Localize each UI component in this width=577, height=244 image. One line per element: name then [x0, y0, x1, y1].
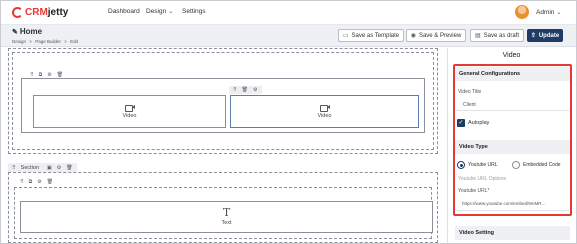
nav-design[interactable]: Design ⌄	[146, 8, 173, 15]
video-element-2-selected[interactable]: Video	[230, 95, 419, 128]
breadcrumb-separator: >	[64, 39, 67, 44]
text-icon: T	[222, 206, 231, 219]
video-title-underline	[456, 110, 569, 111]
video-type-header[interactable]: Video Type	[455, 140, 570, 154]
page-title-text: Home	[19, 27, 43, 36]
logo-text-crm: CRM	[25, 6, 48, 18]
save-and-preview-label: Save & Preview	[418, 32, 462, 39]
nav-settings[interactable]: Settings	[182, 8, 206, 15]
top-navbar	[1, 1, 576, 25]
text-element[interactable]: T Text	[20, 201, 433, 233]
settings-icon[interactable]: ⚙	[253, 87, 257, 93]
update-button[interactable]: ⇧ Update	[527, 29, 563, 42]
nav-dashboard[interactable]: Dashboard	[108, 8, 140, 15]
breadcrumb-design[interactable]: Design	[12, 39, 26, 44]
trash-icon[interactable]: 🗑	[57, 72, 63, 78]
video-title-input[interactable]: Client	[463, 102, 476, 108]
embedded-code-radio-label: Embedded Code	[523, 162, 561, 168]
general-configurations-header[interactable]: General Configurations	[455, 67, 570, 81]
user-name: Admin	[536, 9, 555, 16]
drag-handle-icon[interactable]: ⠿	[233, 87, 237, 93]
youtube-url-radio[interactable]	[457, 161, 465, 169]
breadcrumb-page-builder[interactable]: Page Builder	[35, 39, 61, 44]
autoplay-label: Autoplay	[468, 120, 490, 126]
chevron-down-icon: ⌄	[556, 10, 562, 16]
logo-text-jetty: jetty	[47, 6, 69, 18]
draft-icon: ▤	[474, 33, 481, 39]
trash-icon[interactable]: 🗑	[66, 165, 72, 171]
youtube-url-radio-label: Youtube URL	[468, 162, 498, 168]
trash-icon[interactable]: 🗑	[242, 87, 248, 93]
user-avatar[interactable]	[515, 5, 529, 19]
column-toolbar: ⠿ ⧉ ⚙ 🗑	[30, 71, 63, 79]
template-icon: ▭	[342, 33, 349, 39]
chevron-down-icon: ⌄	[168, 9, 174, 15]
save-and-preview-button[interactable]: ◉ Save & Preview	[406, 29, 466, 42]
section-toolbar: ⠿ Section ▣ ⚙ 🗑	[8, 163, 77, 172]
row-toolbar: ⠿ ⧉ ⚙ 🗑	[20, 178, 53, 186]
save-as-template-label: Save as Template	[351, 32, 400, 39]
settings-icon[interactable]: ⚙	[57, 165, 61, 171]
save-icon[interactable]: ▣	[47, 165, 52, 171]
breadcrumb-separator: >	[29, 39, 32, 44]
video-camera-icon	[124, 104, 135, 112]
page-title: ✎ Home	[12, 27, 42, 36]
autoplay-checkbox[interactable]: ✓	[457, 119, 465, 127]
video-element-label: Video	[317, 113, 332, 119]
video-camera-icon	[319, 104, 330, 112]
embedded-code-radio[interactable]	[512, 161, 520, 169]
drag-handle-icon[interactable]: ⠿	[30, 72, 34, 78]
nav-design-label: Design	[146, 8, 167, 15]
video-setting-header[interactable]: Video Setting	[455, 226, 570, 240]
settings-icon[interactable]: ⚙	[47, 72, 51, 78]
user-menu[interactable]: Admin ⌄	[536, 9, 561, 16]
logo-mark-icon	[12, 6, 23, 18]
section-label: Section	[20, 164, 40, 171]
youtube-url-input[interactable]: https://www.youtube.com/embed/9mMR...	[462, 201, 545, 206]
element-toolbar: ⠿ 🗑 ⚙	[229, 86, 262, 94]
youtube-url-options-label: Youtube URL Options	[458, 176, 506, 182]
video-element-1[interactable]: Video	[33, 95, 226, 128]
youtube-url-underline	[456, 210, 569, 211]
pencil-icon[interactable]: ✎	[12, 29, 18, 36]
trash-icon[interactable]: 🗑	[47, 179, 53, 185]
copy-icon[interactable]: ⧉	[29, 179, 33, 185]
video-element-label: Video	[122, 113, 137, 119]
crmjetty-logo[interactable]: CRM jetty	[12, 5, 68, 19]
eye-icon: ◉	[410, 33, 416, 39]
update-label: Update	[538, 32, 560, 39]
breadcrumb: Design > Page Builder > Edit	[12, 39, 80, 44]
drag-handle-icon[interactable]: ⠿	[12, 165, 16, 171]
copy-icon[interactable]: ⧉	[39, 72, 43, 78]
upload-icon: ⇧	[530, 33, 536, 39]
panel-title: Video	[502, 52, 521, 59]
save-as-template-button[interactable]: ▭ Save as Template	[338, 29, 404, 42]
drag-handle-icon[interactable]: ⠿	[20, 179, 24, 185]
youtube-url-label: Youtube URL*	[458, 188, 490, 194]
save-as-draft-button[interactable]: ▤ Save as draft	[470, 29, 524, 42]
settings-icon[interactable]: ⚙	[37, 179, 41, 185]
video-title-label: Video Title	[458, 89, 482, 95]
save-as-draft-label: Save as draft	[483, 32, 520, 39]
breadcrumb-edit: Edit	[70, 39, 78, 44]
text-element-label: Text	[221, 220, 232, 226]
